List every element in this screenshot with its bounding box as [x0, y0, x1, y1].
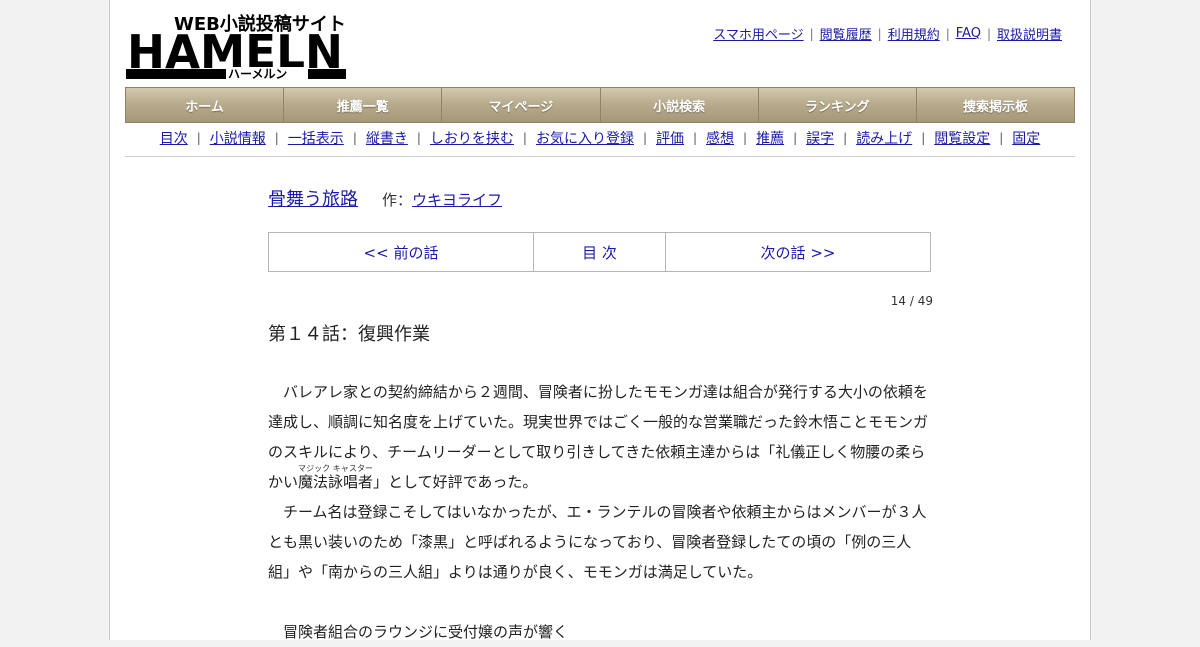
separator: | [522, 131, 527, 145]
top-links: スマホ用ページ | 閲覧履歴 | 利用規約 | FAQ | 取扱説明書 [713, 24, 1062, 43]
novel-title-line: 骨舞う旅路 作： ウキヨライフ [268, 185, 502, 211]
episode-count: 14 / 49 [890, 294, 933, 308]
separator: | [877, 26, 882, 41]
subnav-view-settings[interactable]: 閲覧設定 [934, 128, 990, 148]
subnav-show-all[interactable]: 一括表示 [288, 128, 344, 148]
episode-pager: << 前の話 目 次 次の話 >> [268, 232, 931, 272]
subnav-recommend[interactable]: 推薦 [756, 128, 784, 148]
separator: | [809, 26, 814, 41]
nav-search-board[interactable]: 捜索掲示板 [917, 88, 1074, 122]
paragraph: 冒険者組合のラウンジに受付嬢の声が響く [283, 623, 569, 641]
toc-link[interactable]: 目 次 [534, 233, 666, 271]
nav-mypage[interactable]: マイページ [442, 88, 601, 122]
nav-home[interactable]: ホーム [126, 88, 285, 122]
link-terms[interactable]: 利用規約 [888, 24, 940, 43]
separator: | [642, 131, 647, 145]
separator: | [693, 131, 698, 145]
next-episode-link[interactable]: 次の話 >> [666, 233, 930, 271]
prev-episode-link[interactable]: << 前の話 [269, 233, 534, 271]
link-history[interactable]: 閲覧履歴 [820, 24, 872, 43]
separator: | [921, 131, 926, 145]
main-navbar: ホーム 推薦一覧 マイページ 小説検索 ランキング 捜索掲示板 [125, 87, 1075, 123]
author-link[interactable]: ウキヨライフ [412, 189, 502, 210]
separator: | [274, 131, 279, 145]
novel-title[interactable]: 骨舞う旅路 [268, 185, 358, 211]
chapter-title: 第１４話：復興作業 [268, 324, 430, 345]
ruby-base: 魔法詠唱者 [298, 473, 374, 491]
logo-kana: ハーメルン [228, 67, 287, 80]
separator: | [416, 131, 421, 145]
ruby-term: 魔法詠唱者マジック キャスター [298, 464, 374, 491]
paragraph-text: 」として好評であった。 [373, 473, 538, 491]
subnav-rate[interactable]: 評価 [656, 128, 684, 148]
separator: | [352, 131, 357, 145]
subnav-bookmark[interactable]: しおりを挟む [430, 128, 514, 148]
subnav-review[interactable]: 感想 [706, 128, 734, 148]
separator: | [743, 131, 748, 145]
separator: | [945, 26, 950, 41]
nav-recommend-list[interactable]: 推薦一覧 [284, 88, 443, 122]
separator: | [986, 26, 991, 41]
paragraph: バレアレ家との契約締結から２週間、冒険者に扮したモモンガ達は組合が発行する大小の… [268, 377, 933, 497]
link-smartphone[interactable]: スマホ用ページ [713, 24, 803, 43]
subnav-novel-info[interactable]: 小説情報 [210, 128, 266, 148]
page-container: WEB小説投稿サイト HAMELN ハーメルン スマホ用ページ | 閲覧履歴 |… [109, 0, 1091, 641]
separator: | [843, 131, 848, 145]
subnav-typo[interactable]: 誤字 [806, 128, 834, 148]
paragraph: チーム名は登録こそしてはいなかったが、エ・ランテルの冒険者や依頼主からはメンバー… [268, 503, 927, 581]
divider [125, 156, 1075, 157]
subnav-favorite[interactable]: お気に入り登録 [536, 128, 634, 148]
novel-body: バレアレ家との契約締結から２週間、冒険者に扮したモモンガ達は組合が発行する大小の… [268, 377, 933, 647]
nav-novel-search[interactable]: 小説検索 [601, 88, 759, 122]
subnav-toc[interactable]: 目次 [160, 128, 188, 148]
hameln-logo[interactable]: WEB小説投稿サイト HAMELN ハーメルン [126, 10, 346, 80]
subnav-vertical[interactable]: 縦書き [366, 128, 408, 148]
separator: | [793, 131, 798, 145]
novel-subnav: 目次 | 小説情報 | 一括表示 | 縦書き | しおりを挟む | お気に入り登… [125, 128, 1075, 148]
author-label: 作： [382, 191, 413, 209]
separator: | [999, 131, 1004, 145]
subnav-pin[interactable]: 固定 [1012, 128, 1040, 148]
nav-ranking[interactable]: ランキング [759, 88, 917, 122]
separator: | [196, 131, 201, 145]
ruby-reading: マジック キャスター [298, 464, 374, 473]
link-manual[interactable]: 取扱説明書 [997, 24, 1062, 43]
link-faq[interactable]: FAQ [956, 26, 981, 41]
subnav-read-aloud[interactable]: 読み上げ [856, 128, 912, 148]
